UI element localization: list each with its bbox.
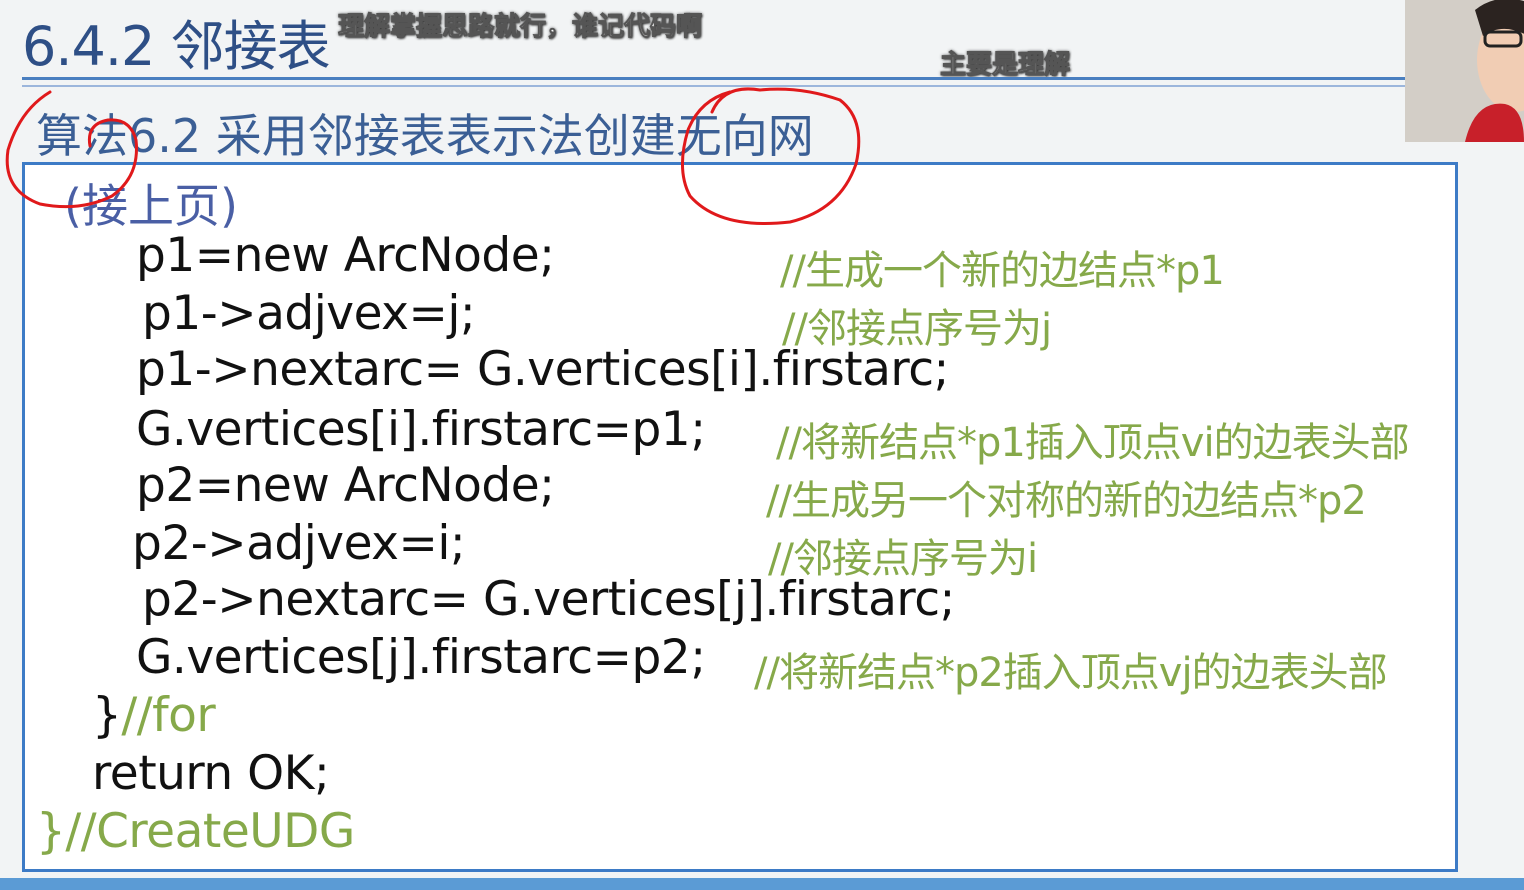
presenter-figure-icon bbox=[1405, 0, 1524, 142]
continued-label: (接上页) bbox=[64, 179, 238, 233]
for-close-line: }//for bbox=[92, 688, 216, 743]
code-comment-5: //生成另一个对称的新的边结点*p2 bbox=[766, 478, 1367, 524]
presenter-webcam bbox=[1405, 0, 1524, 142]
video-subtitle-line2: 主要是理解 bbox=[939, 50, 1071, 81]
code-comment-4: //将新结点*p1插入顶点vi的边表头部 bbox=[776, 420, 1410, 466]
code-line-3: p1->nextarc= G.vertices[i].firstarc; bbox=[136, 342, 949, 397]
video-subtitle-line1: 理解掌握思路就行，谁记代码啊 bbox=[337, 12, 703, 43]
code-line-2: p1->adjvex=j; bbox=[142, 286, 476, 341]
for-close-brace: } bbox=[92, 688, 122, 743]
title-divider-secondary bbox=[22, 85, 1406, 87]
code-line-5: p2=new ArcNode; bbox=[136, 458, 555, 513]
for-comment: //for bbox=[121, 688, 216, 743]
code-comment-8: //将新结点*p2插入顶点vj的边表头部 bbox=[754, 650, 1388, 696]
func-comment: //CreateUDG bbox=[65, 804, 355, 859]
algorithm-title: 算法6.2 采用邻接表表示法创建无向网 bbox=[36, 109, 814, 163]
func-close-brace: } bbox=[36, 804, 66, 859]
code-line-8: G.vertices[j].firstarc=p2; bbox=[136, 630, 706, 685]
code-comment-1: //生成一个新的边结点*p1 bbox=[780, 248, 1225, 294]
code-line-7: p2->nextarc= G.vertices[j].firstarc; bbox=[142, 572, 955, 627]
code-line-6: p2->adjvex=i; bbox=[132, 516, 466, 571]
code-line-1: p1=new ArcNode; bbox=[136, 228, 555, 283]
return-line: return OK; bbox=[92, 746, 330, 801]
bottom-strip bbox=[0, 878, 1524, 890]
title-divider bbox=[22, 77, 1406, 80]
section-title: 6.4.2 邻接表 bbox=[22, 15, 331, 78]
func-close-line: }//CreateUDG bbox=[36, 804, 355, 859]
code-line-4: G.vertices[i].firstarc=p1; bbox=[136, 402, 706, 457]
